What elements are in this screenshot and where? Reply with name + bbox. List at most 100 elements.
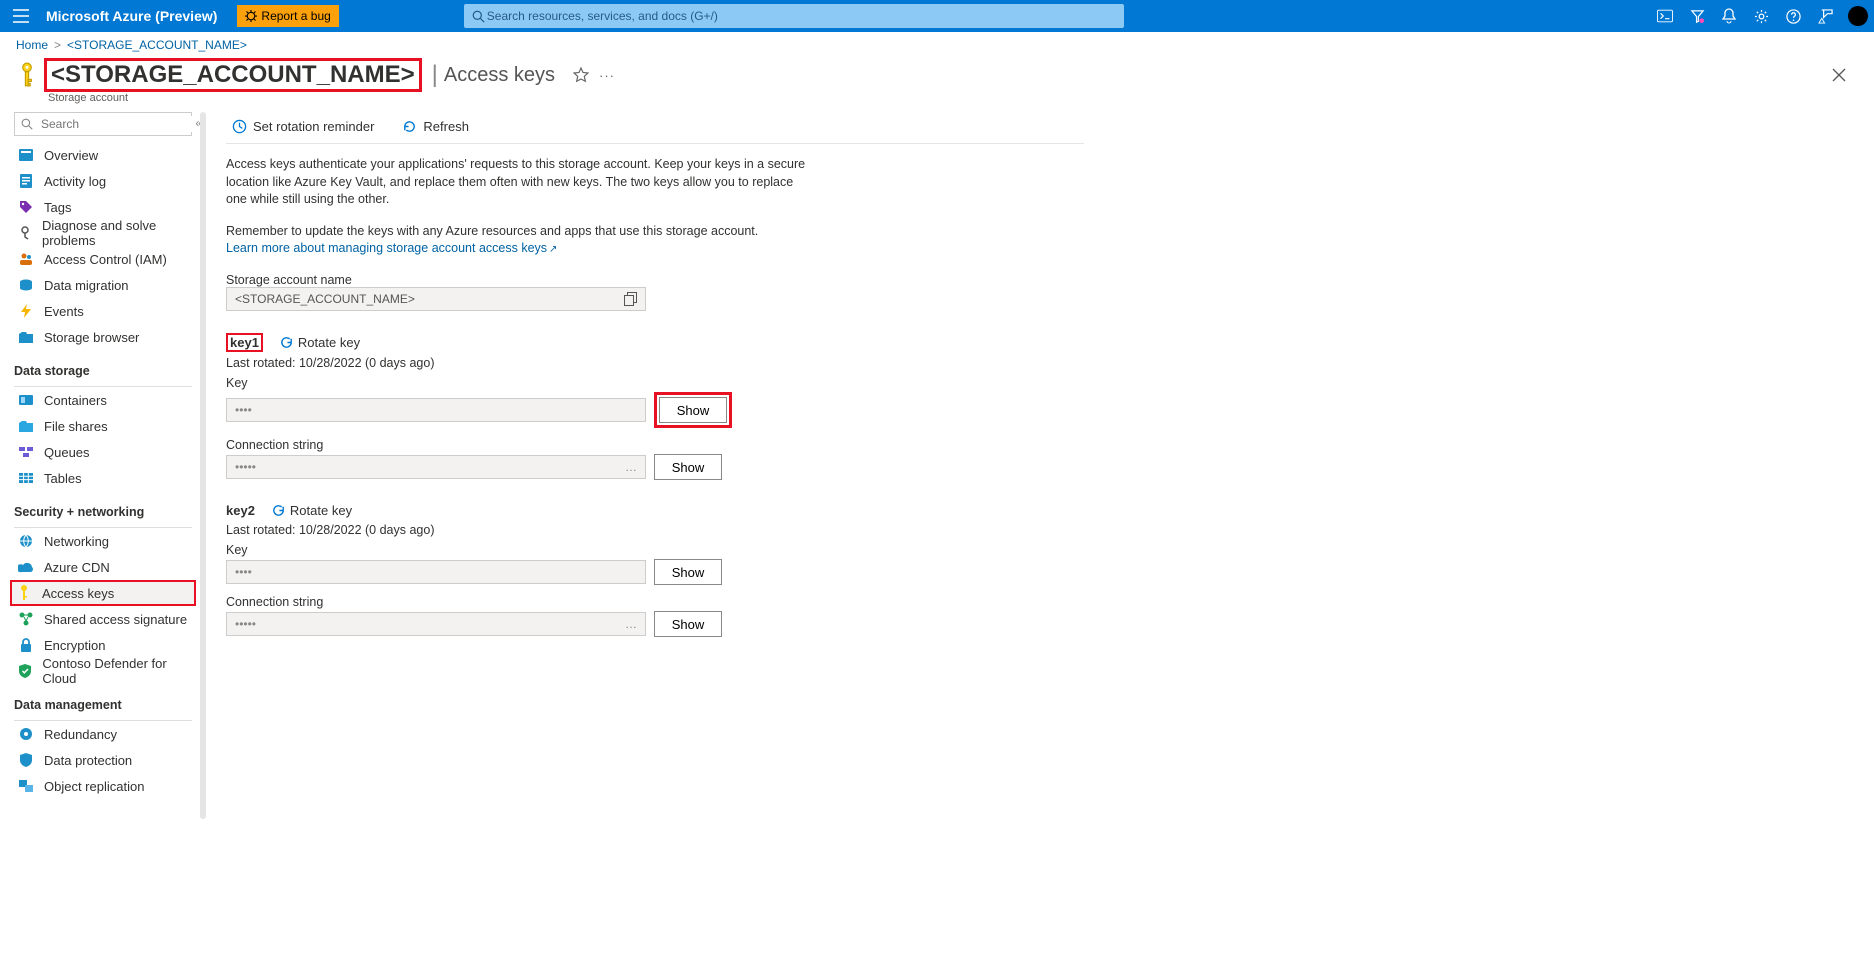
sidebar-item-defender[interactable]: Contoso Defender for Cloud <box>14 658 192 684</box>
browser-icon <box>18 332 34 343</box>
clock-icon <box>232 119 247 134</box>
sidebar-item-access-keys[interactable]: Access keys <box>10 580 196 606</box>
bug-icon <box>245 10 257 22</box>
description-text-2: Remember to update the keys with any Azu… <box>226 223 806 241</box>
events-icon <box>18 304 34 318</box>
sidebar-item-diagnose[interactable]: Diagnose and solve problems <box>14 220 192 246</box>
files-icon <box>18 421 34 432</box>
learn-more-link[interactable]: Learn more about managing storage accoun… <box>226 241 557 255</box>
global-search-input[interactable] <box>485 8 1116 24</box>
sidebar-section-security: Security + networking <box>14 505 192 523</box>
key2-key-field: •••• <box>226 560 646 584</box>
rotate-key1-button[interactable]: Rotate key <box>273 334 366 351</box>
sidebar-item-file-shares[interactable]: File shares <box>14 413 192 439</box>
sidebar-item-overview[interactable]: Overview <box>14 142 192 168</box>
menu-search-input[interactable] <box>39 116 198 132</box>
sidebar-item-object-replication[interactable]: Object replication <box>14 773 192 799</box>
portal-topbar: Microsoft Azure (Preview) Report a bug <box>0 0 1874 32</box>
key2-heading: key2 <box>226 503 255 518</box>
user-avatar[interactable] <box>1848 6 1868 26</box>
sidebar-item-queues[interactable]: Queues <box>14 439 192 465</box>
show-key1-button[interactable]: Show <box>659 397 727 423</box>
account-name-field: <STORAGE_ACCOUNT_NAME> <box>226 287 646 311</box>
sidebar-item-redundancy[interactable]: Redundancy <box>14 721 192 747</box>
key1-key-field: •••• <box>226 398 646 422</box>
close-blade-button[interactable] <box>1824 60 1854 90</box>
rotate-icon <box>271 503 286 518</box>
sidebar-item-iam[interactable]: Access Control (IAM) <box>14 246 192 272</box>
report-bug-button[interactable]: Report a bug <box>237 5 338 27</box>
sidebar-item-data-protection[interactable]: Data protection <box>14 747 192 773</box>
sidebar-item-storage-browser[interactable]: Storage browser <box>14 324 192 350</box>
sidebar-item-encryption[interactable]: Encryption <box>14 632 192 658</box>
sidebar-item-azure-cdn[interactable]: Azure CDN <box>14 554 192 580</box>
key1-heading: key1 <box>226 333 263 352</box>
menu-search[interactable] <box>14 112 192 136</box>
queue-icon <box>18 447 34 457</box>
breadcrumb-current[interactable]: <STORAGE_ACCOUNT_NAME> <box>67 38 247 52</box>
command-bar: Set rotation reminder Refresh <box>226 118 1084 144</box>
container-icon <box>18 395 34 405</box>
shield-icon <box>18 664 32 678</box>
more-icon[interactable]: … <box>625 617 637 631</box>
search-icon <box>472 10 485 23</box>
external-link-icon: ↗ <box>549 244 557 255</box>
sas-icon <box>18 612 34 626</box>
breadcrumb: Home > <STORAGE_ACCOUNT_NAME> <box>0 32 1874 58</box>
table-icon <box>18 473 34 483</box>
page-subtitle: Storage account <box>0 92 1874 104</box>
protection-icon <box>18 753 34 767</box>
cloud-shell-icon[interactable] <box>1650 1 1680 31</box>
search-icon <box>21 118 33 130</box>
copy-icon[interactable] <box>624 292 637 306</box>
key1-connstr-label: Connection string <box>226 438 1084 452</box>
more-actions-icon[interactable]: ··· <box>599 68 615 83</box>
notifications-icon[interactable] <box>1714 1 1744 31</box>
overview-icon <box>18 149 34 161</box>
key2-key-label: Key <box>226 543 1084 557</box>
refresh-button[interactable]: Refresh <box>396 118 475 135</box>
favorite-star-icon[interactable] <box>573 67 589 83</box>
global-search[interactable] <box>464 4 1124 28</box>
tag-icon <box>18 200 34 214</box>
sidebar-item-tags[interactable]: Tags <box>14 194 192 220</box>
sidebar-item-containers[interactable]: Containers <box>14 387 192 413</box>
rotate-key2-button[interactable]: Rotate key <box>265 502 358 519</box>
key2-last-rotated: Last rotated: 10/28/2022 (0 days ago) <box>226 523 1084 537</box>
sidebar-item-events[interactable]: Events <box>14 298 192 324</box>
show-key2-button[interactable]: Show <box>654 559 722 585</box>
sidebar-section-data-mgmt: Data management <box>14 698 192 716</box>
set-rotation-reminder-button[interactable]: Set rotation reminder <box>226 118 380 135</box>
settings-icon[interactable] <box>1746 1 1776 31</box>
replication-icon <box>18 780 34 792</box>
log-icon <box>18 174 34 188</box>
collapse-menu-icon[interactable]: « <box>195 116 202 130</box>
key2-connstr-field: ••••• … <box>226 612 646 636</box>
redundancy-icon <box>18 727 34 741</box>
sidebar-item-activity-log[interactable]: Activity log <box>14 168 192 194</box>
resource-menu: « Overview Activity log Tags Diagnose an… <box>0 112 200 819</box>
key1-key-label: Key <box>226 376 1084 390</box>
show-connstr1-button[interactable]: Show <box>654 454 722 480</box>
main-content: Set rotation reminder Refresh Access key… <box>200 112 1100 819</box>
help-icon[interactable] <box>1778 1 1808 31</box>
lock-icon <box>18 638 34 652</box>
sidebar-item-data-migration[interactable]: Data migration <box>14 272 192 298</box>
sidebar-item-tables[interactable]: Tables <box>14 465 192 491</box>
show-connstr2-button[interactable]: Show <box>654 611 722 637</box>
networking-icon <box>18 534 34 548</box>
feedback-icon[interactable] <box>1810 1 1840 31</box>
sidebar-item-networking[interactable]: Networking <box>14 528 192 554</box>
rotate-icon <box>279 335 294 350</box>
breadcrumb-home[interactable]: Home <box>16 38 48 52</box>
page-title-account: <STORAGE_ACCOUNT_NAME> <box>44 58 422 92</box>
diagnose-icon <box>18 226 32 240</box>
brand-title[interactable]: Microsoft Azure (Preview) <box>46 8 217 24</box>
key2-connstr-label: Connection string <box>226 595 1084 609</box>
more-icon[interactable]: … <box>625 460 637 474</box>
key1-connstr-field: ••••• … <box>226 455 646 479</box>
hamburger-icon[interactable] <box>6 1 36 31</box>
directory-filter-icon[interactable] <box>1682 1 1712 31</box>
sidebar-section-data-storage: Data storage <box>14 364 192 382</box>
sidebar-item-sas[interactable]: Shared access signature <box>14 606 192 632</box>
